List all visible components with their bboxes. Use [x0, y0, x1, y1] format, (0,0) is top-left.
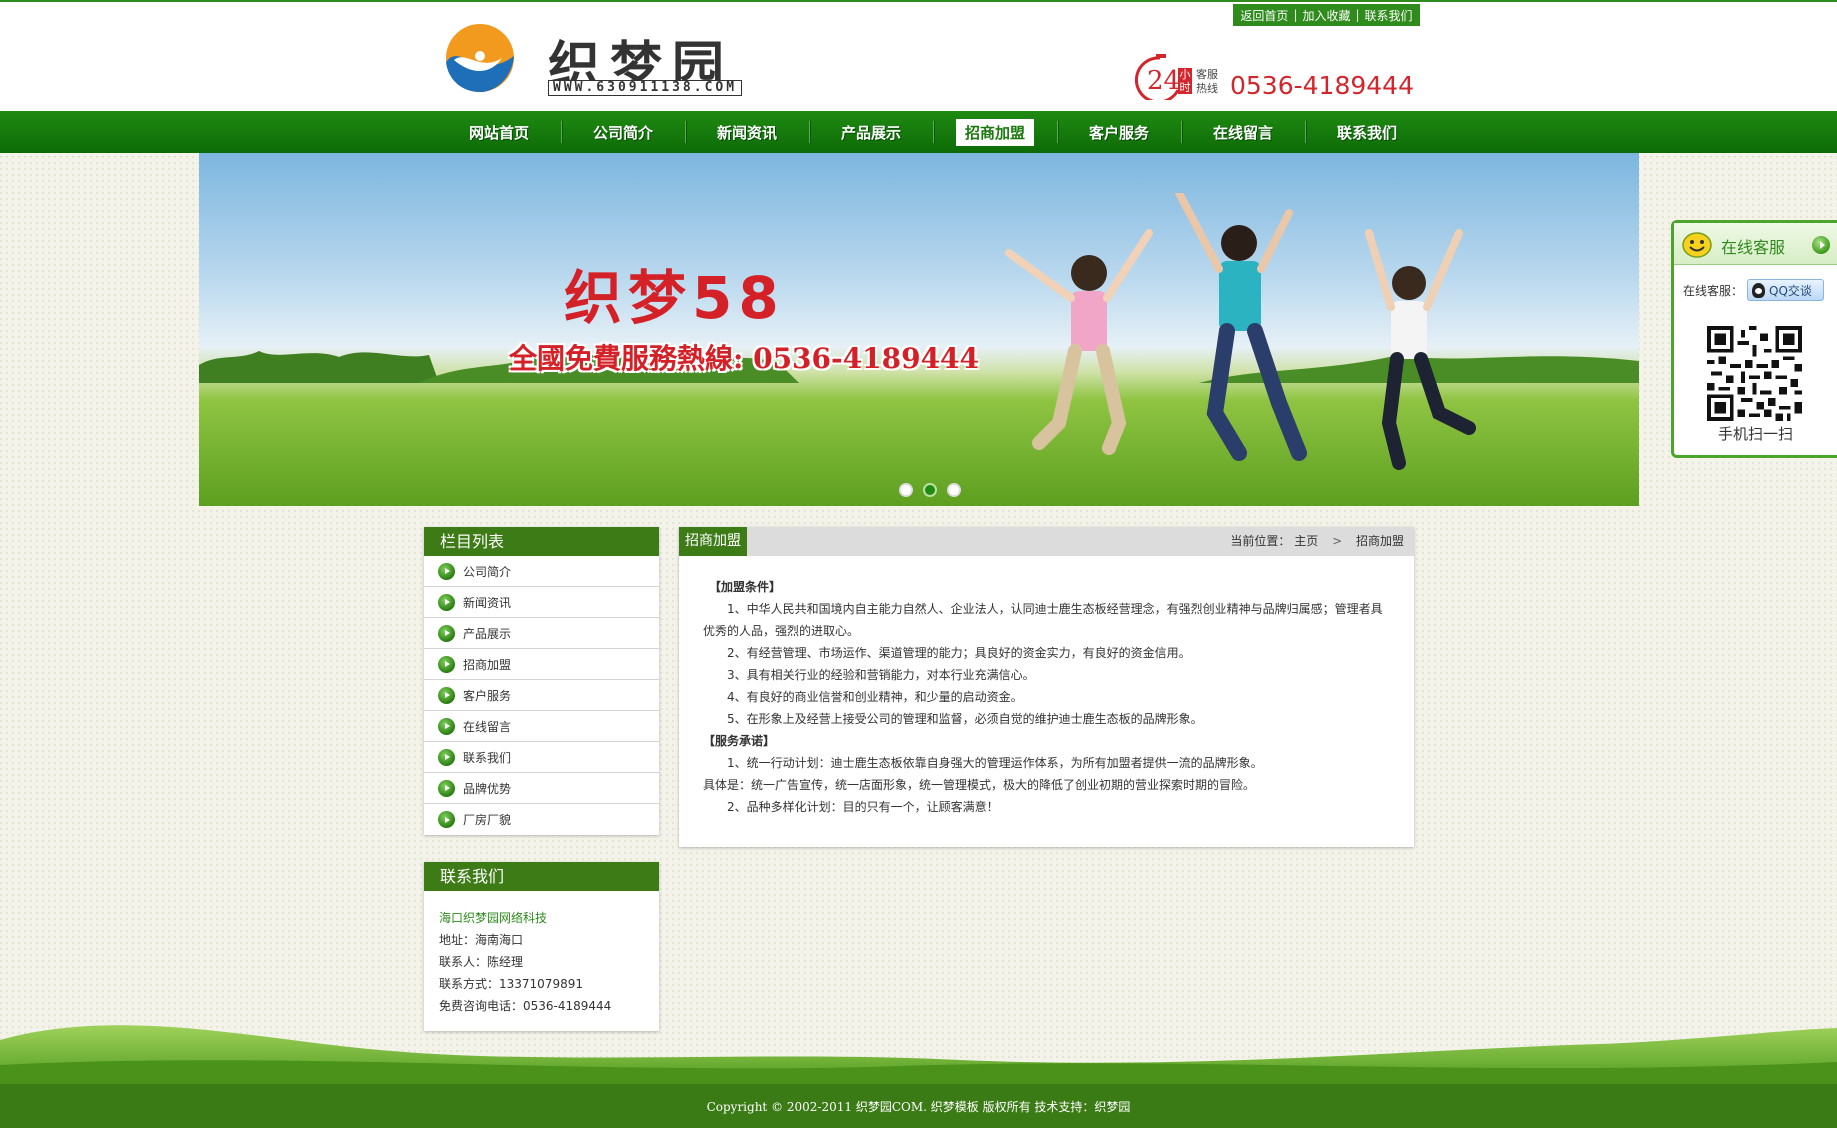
toplink-favorite[interactable]: 加入收藏 [1302, 7, 1350, 24]
nav-item-about[interactable]: 公司简介 [561, 111, 685, 153]
qq-chat-button[interactable]: QQ交谈 [1747, 279, 1825, 301]
hotline-hours: 小时 [1178, 68, 1192, 94]
collapse-arrow-icon[interactable] [1812, 236, 1830, 254]
arrow-bullet-icon [438, 624, 455, 642]
article-paragraph: 2、有经营管理、市场运作、渠道管理的能力；具良好的资金实力，有良好的资金信用。 [727, 646, 1191, 660]
category-item[interactable]: 联系我们 [424, 742, 659, 773]
nav-item-franchise[interactable]: 招商加盟 [933, 111, 1057, 153]
article-paragraph: 5、在形象上及经营上接受公司的管理和监督，必须自觉的维护迪士鹿生态板的品牌形象。 [727, 712, 1203, 726]
banner-slider[interactable]: 织梦58 全國免費服務熱線: 0536-4189444 [199, 153, 1639, 506]
qq-row: 在线客服： QQ交谈 [1683, 279, 1825, 301]
site-logo[interactable]: 织梦园 WWW.630911138.COM [440, 20, 770, 100]
breadcrumb-chevron-icon: > [1332, 534, 1343, 548]
contact-phone: 联系方式：13371079891 [439, 977, 583, 991]
arrow-bullet-icon [438, 562, 455, 580]
banner-dot-2[interactable] [923, 483, 937, 497]
smiley-icon [1682, 232, 1712, 258]
hotline-label: 客服热线 [1196, 68, 1218, 95]
contact-address: 地址：海南海口 [439, 933, 524, 947]
site-footer: Copyright © 2002-2011 织梦园COM. 织梦模板 版权所有 … [0, 1084, 1837, 1128]
banner-jumping-people [1005, 193, 1476, 470]
arrow-bullet-icon [438, 686, 455, 704]
logo-swirl-icon [446, 24, 514, 92]
hotline-24: 24 [1147, 66, 1181, 96]
article-paragraph: 3、具有相关行业的经验和营销能力，对本行业充满信心。 [727, 668, 1035, 682]
content-box: 招商加盟 当前位置： 主页 > 招商加盟 【加盟条件】 1、中华人民共和国境内自… [679, 527, 1414, 847]
qq-label: 在线客服： [1683, 283, 1744, 298]
toplink-separator: | [1355, 8, 1360, 22]
toplink-contact[interactable]: 联系我们 [1365, 7, 1413, 24]
arrow-bullet-icon [438, 811, 455, 828]
toplink-separator: | [1293, 8, 1298, 22]
qq-penguin-icon [1752, 282, 1766, 298]
footer-copyright: Copyright © 2002-2011 织梦园COM. 织梦模板 版权所有 … [706, 1099, 1131, 1114]
online-service-header: 在线客服 [1674, 223, 1837, 265]
category-item[interactable]: 公司简介 [424, 556, 659, 587]
online-service-title: 在线客服 [1721, 238, 1786, 257]
contact-person: 联系人：陈经理 [439, 955, 524, 969]
article-paragraph: 2、品种多样化计划：目的只有一个，让顾客满意！ [727, 800, 999, 814]
scan-text: 手机扫一扫 [1717, 425, 1793, 443]
qr-code-icon [1707, 326, 1802, 421]
nav-item-message[interactable]: 在线留言 [1181, 111, 1305, 153]
banner-dots [899, 483, 961, 497]
banner-dot-1[interactable] [899, 483, 913, 497]
nav-item-news[interactable]: 新闻资讯 [685, 111, 809, 153]
nav-item-home[interactable]: 网站首页 [437, 111, 561, 153]
toplink-home[interactable]: 返回首页 [1240, 7, 1288, 24]
banner-title: 织梦58 [564, 264, 785, 332]
category-box: 栏目列表 公司简介 新闻资讯 产品展示 招商加盟 客户服务 在线留言 联系我们 … [424, 527, 659, 835]
arrow-bullet-icon [438, 717, 455, 735]
banner-dot-3[interactable] [947, 483, 961, 497]
contact-info: 海口织梦园网络科技 地址：海南海口 联系人：陈经理 联系方式：133710798… [424, 891, 659, 1027]
article-heading: 【服务承诺】 [703, 734, 776, 748]
article-paragraph: 4、有良好的商业信誉和创业精神，和少量的启动资金。 [727, 690, 1023, 704]
category-list: 公司简介 新闻资讯 产品展示 招商加盟 客户服务 在线留言 联系我们 品牌优势 … [424, 556, 659, 835]
contact-box: 联系我们 海口织梦园网络科技 地址：海南海口 联系人：陈经理 联系方式：1337… [424, 862, 659, 1031]
breadcrumb-label: 当前位置： [1230, 534, 1291, 548]
main-nav: 网站首页 公司简介 新闻资讯 产品展示 招商加盟 客户服务 在线留言 联系我们 [0, 111, 1837, 153]
arrow-bullet-icon [438, 593, 455, 611]
logo-url: WWW.630911138.COM [548, 80, 743, 96]
arrow-bullet-icon [438, 779, 455, 797]
arrow-bullet-icon [438, 748, 455, 766]
nav-item-products[interactable]: 产品展示 [809, 111, 933, 153]
online-service-panel: 在线客服 在线客服： QQ交谈 手机扫一扫 [1671, 220, 1837, 458]
category-item[interactable]: 招商加盟 [424, 649, 659, 680]
breadcrumb-home[interactable]: 主页 [1294, 534, 1318, 548]
hotline-number: 0536-4189444 [1230, 71, 1414, 100]
content-tab: 招商加盟 [679, 527, 747, 556]
footer-hills [0, 1025, 1837, 1086]
breadcrumb-current[interactable]: 招商加盟 [1356, 534, 1404, 548]
category-item[interactable]: 厂房厂貌 [424, 804, 659, 835]
contact-title: 联系我们 [424, 862, 659, 891]
article-paragraph: 1、统一行动计划：迪士鹿生态板依靠自身强大的管理运作体系，为所有加盟者提供一流的… [727, 756, 1263, 770]
breadcrumb: 当前位置： 主页 > 招商加盟 [1230, 527, 1404, 556]
category-item[interactable]: 新闻资讯 [424, 587, 659, 618]
article-heading: 【加盟条件】 [709, 580, 782, 594]
nav-item-contact[interactable]: 联系我们 [1305, 111, 1429, 153]
article-paragraph: 1、中华人民共和国境内自主能力自然人、企业法人，认同迪士鹿生态板经营理念，有强烈… [703, 602, 1383, 638]
category-title: 栏目列表 [424, 527, 659, 556]
contact-company[interactable]: 海口织梦园网络科技 [439, 907, 644, 929]
nav-item-service[interactable]: 客户服务 [1057, 111, 1181, 153]
category-item[interactable]: 产品展示 [424, 618, 659, 649]
article-body: 【加盟条件】 1、中华人民共和国境内自主能力自然人、企业法人，认同迪士鹿生态板经… [679, 556, 1414, 818]
top-links: 返回首页 | 加入收藏 | 联系我们 [1233, 4, 1420, 26]
category-item[interactable]: 客户服务 [424, 680, 659, 711]
hotline: 24 小时 客服热线 0536-4189444 [1130, 54, 1430, 102]
category-item[interactable]: 品牌优势 [424, 773, 659, 804]
arrow-bullet-icon [438, 655, 455, 673]
site-header: 织梦园 WWW.630911138.COM 返回首页 | 加入收藏 | 联系我们… [0, 0, 1837, 111]
article-paragraph: 具体是：统一广告宣传，统一店面形象，统一管理模式，极大的降低了创业初期的营业探索… [703, 778, 1256, 792]
banner-subtitle: 全國免費服務熱線: 0536-4189444 [509, 342, 980, 375]
content-header: 招商加盟 当前位置： 主页 > 招商加盟 [679, 527, 1414, 556]
category-item[interactable]: 在线留言 [424, 711, 659, 742]
